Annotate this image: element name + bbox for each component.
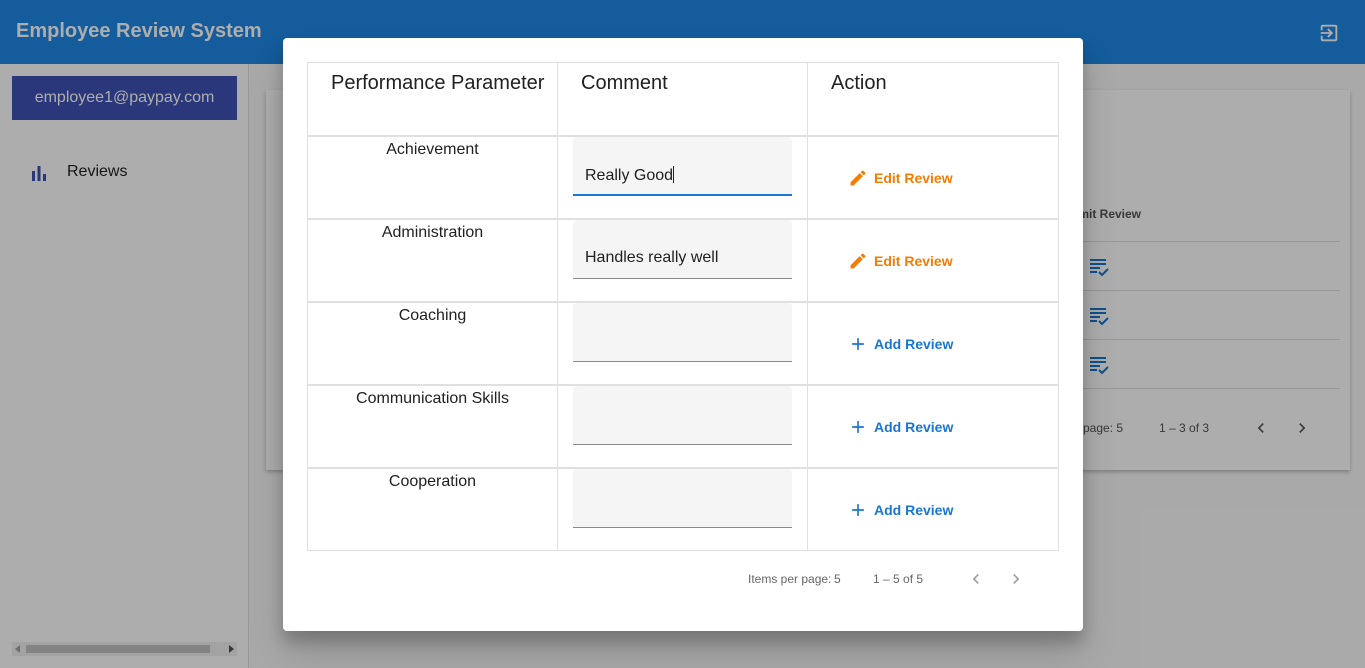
comment-input[interactable]: [573, 303, 792, 362]
comment-cell: [558, 469, 808, 550]
edit-review-button[interactable]: Edit Review: [848, 250, 953, 272]
chevron-left-icon[interactable]: [966, 569, 986, 589]
button-label: Edit Review: [874, 170, 953, 186]
comment-input[interactable]: [573, 386, 792, 445]
header-comment: Comment: [558, 63, 808, 137]
comment-value: Really Good: [585, 167, 674, 184]
header-performance-parameter: Performance Parameter: [308, 63, 558, 137]
items-per-page-select[interactable]: 5: [834, 572, 841, 586]
comment-input[interactable]: [573, 469, 792, 528]
text-cursor: [673, 166, 675, 183]
page-range: 1 – 5 of 5: [873, 572, 924, 586]
comment-cell: [558, 386, 808, 467]
button-label: Add Review: [874, 336, 954, 352]
review-dialog: Performance Parameter Comment Action Ach…: [283, 38, 1083, 631]
action-cell: Add Review: [808, 386, 1058, 467]
button-label: Add Review: [874, 502, 954, 518]
add-review-button[interactable]: Add Review: [848, 416, 953, 438]
table-row: Achievement Really Good Edit Review: [308, 137, 1058, 220]
items-per-page-label: Items per page:: [748, 572, 832, 586]
pencil-icon: [850, 253, 866, 269]
comment-cell: Really Good: [558, 137, 808, 218]
action-cell: Edit Review: [808, 137, 1058, 218]
review-table: Performance Parameter Comment Action Ach…: [307, 62, 1059, 551]
parameter-cell: Administration: [308, 220, 558, 301]
parameter-cell: Achievement: [308, 137, 558, 218]
comment-input[interactable]: Really Good: [573, 137, 792, 196]
button-label: Add Review: [874, 419, 954, 435]
add-review-button[interactable]: Add Review: [848, 499, 953, 521]
table-row: Cooperation Add Review: [308, 469, 1058, 552]
comment-cell: Handles really well: [558, 220, 808, 301]
table-row: Coaching Add Review: [308, 303, 1058, 386]
parameter-cell: Communication Skills: [308, 386, 558, 467]
parameter-cell: Coaching: [308, 303, 558, 384]
header-action: Action: [808, 63, 1058, 137]
edit-review-button[interactable]: Edit Review: [848, 167, 953, 189]
comment-input[interactable]: Handles really well: [573, 220, 792, 279]
plus-icon: [852, 338, 864, 350]
add-review-button[interactable]: Add Review: [848, 333, 953, 355]
parameter-cell: Cooperation: [308, 469, 558, 550]
plus-icon: [852, 421, 864, 433]
comment-cell: [558, 303, 808, 384]
action-cell: Add Review: [808, 469, 1058, 550]
table-row: Communication Skills Add Review: [308, 386, 1058, 469]
action-cell: Edit Review: [808, 220, 1058, 301]
plus-icon: [852, 504, 864, 516]
table-row: Administration Handles really well Edit …: [308, 220, 1058, 303]
pencil-icon: [850, 170, 866, 186]
chevron-right-icon[interactable]: [1006, 569, 1026, 589]
button-label: Edit Review: [874, 253, 953, 269]
action-cell: Add Review: [808, 303, 1058, 384]
paginator: Items per page: 5 1 – 5 of 5: [283, 571, 1083, 591]
